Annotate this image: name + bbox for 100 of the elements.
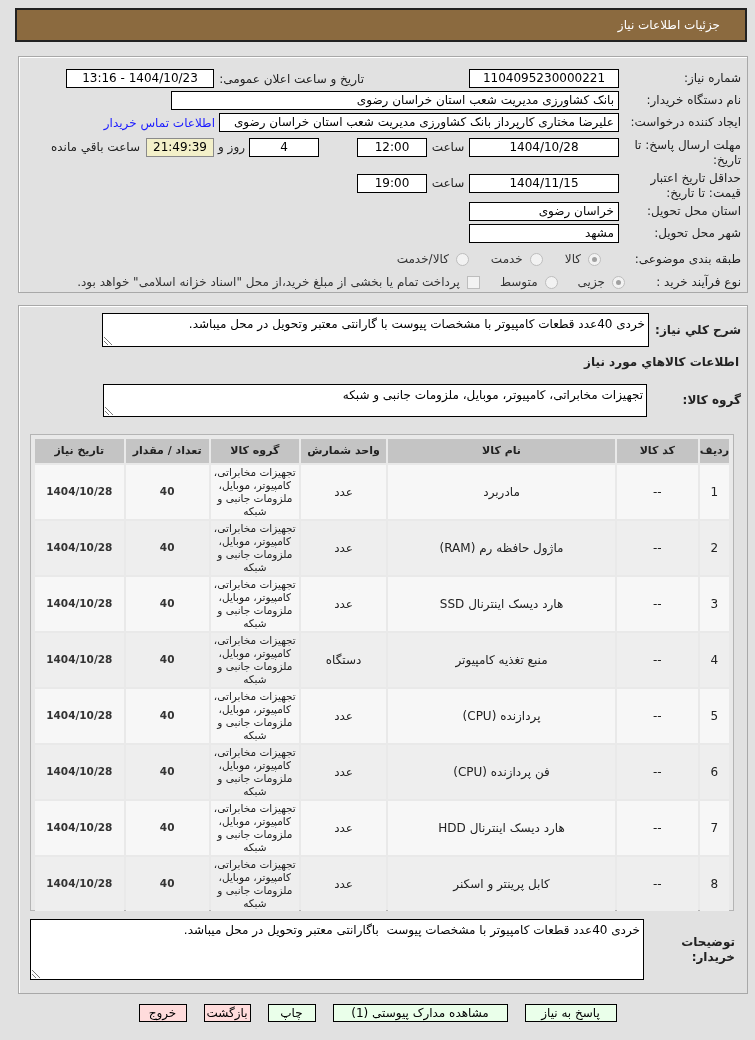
contact-link[interactable]: اطلاعات تماس خریدار [103,113,215,132]
table-cell: عدد [300,521,387,575]
table-cell: 1404/10/28 [35,745,124,799]
buyer-org-field[interactable]: بانک کشاورزی مدیریت شعب استان خراسان رضوی [171,91,619,111]
action-button[interactable]: چاپ [267,1004,316,1022]
days-field[interactable]: 4 [249,137,319,157]
table-cell: -- [616,633,698,687]
table-cell: -- [616,745,698,799]
table-cell: 1404/10/28 [35,521,124,575]
table-cell: 2 [699,521,729,575]
table-cell: 1404/10/28 [35,633,124,687]
field-label: شرح کلي نياز: [654,322,741,338]
field-label: ایجاد کننده درخواست: [629,115,741,131]
table-cell: مادربرد [388,465,615,519]
deadline-time-field[interactable]: 12:00 [357,137,427,157]
field-label: مهلت ارسال پاسخ: تا تاریخ: [633,137,741,168]
table-cell: 1404/10/28 [35,577,124,631]
resize-grip-icon[interactable] [105,407,113,415]
remaining-time-field: 21:49:39 [146,137,214,157]
field-label: شماره نیاز: [683,70,741,86]
table-cell: 3 [699,577,729,631]
field-label: تاریخ و ساعت اعلان عمومی: [219,72,364,86]
table-cell: ماژول حافظه رم (RAM) [388,521,615,575]
page-title: جزئیات اطلاعات نیاز [617,17,720,34]
table-cell: 40 [125,521,209,575]
announce-date-field[interactable]: 1404/10/23 - 13:16 [66,68,214,88]
action-button[interactable]: پاسخ به نیاز [524,1004,617,1022]
buyer-notes-field[interactable]: خردی 40عدد قطعات کامپیوتر با مشخصات پیوست باگارانتی معتبر وتحویل در محل میباشد. [30,919,644,980]
field-label: استان محل تحویل: [645,204,741,219]
table-cell: عدد [300,801,387,855]
remaining-label: ساعت باقي مانده [50,139,140,155]
table-cell: 40 [125,633,209,687]
table-cell: دستگاه [300,633,387,687]
column-header: کد کالا [616,439,698,463]
table-cell: 40 [125,745,209,799]
table-cell: تجهیزات مخابراتی، کامپیوتر، موبایل، ملزومات جانبی و شبکه [210,633,299,687]
table-cell: فن پردازنده (CPU) [388,745,615,799]
table-cell: عدد [300,689,387,743]
field-label: نوع فرآیند خرید : [655,274,741,290]
field-label: طبقه بندی موضوعی: [633,251,741,267]
resize-grip-icon[interactable] [32,970,40,978]
column-header: گروه کالا [210,439,299,463]
table-cell: 5 [699,689,729,743]
field-label: گروه کالا: [681,393,741,408]
table-cell: 40 [125,857,209,911]
column-header: واحد شمارش [300,439,387,463]
time-label: ساعت [431,139,465,155]
validity-time-field[interactable]: 19:00 [357,173,427,193]
action-button[interactable]: مشاهده مدارک پیوستی (1) [332,1004,508,1022]
days-label: روز و [218,139,245,155]
field-label: نام دستگاه خریدار: [645,93,741,109]
table-cell: 40 [125,689,209,743]
field-label: توضیحات خریدار: [680,934,735,965]
table-cell: تجهیزات مخابراتی، کامپیوتر، موبایل، ملزومات جانبی و شبکه [210,577,299,631]
radio-option[interactable]: کالا/خدمت [396,251,469,267]
checkbox-option[interactable]: پرداخت تمام یا بخشی از مبلغ خرید،از محل "اسناد خزانه اسلامی" خواهد بود. [77,274,480,290]
column-header: تاریخ نیاز [35,439,124,463]
table-cell: 6 [699,745,729,799]
table-cell: -- [616,857,698,911]
radio-option[interactable]: خدمت [490,251,543,267]
radio-option[interactable]: متوسط [499,274,558,290]
table-cell: منبع تغذیه کامپیوتر [388,633,615,687]
goods-group-field[interactable]: تجهیزات مخابراتی، کامپیوتر، موبایل، ملزومات جانبی و شبکه [103,384,647,417]
action-button[interactable]: بازگشت [203,1004,251,1022]
time-label: ساعت [431,175,465,191]
need-number-field[interactable]: 1104095230000221 [469,68,619,88]
table-cell: 40 [125,801,209,855]
table-cell: 7 [699,801,729,855]
table-cell: 1404/10/28 [35,465,124,519]
table-cell: تجهیزات مخابراتی، کامپیوتر، موبایل، ملزومات جانبی و شبکه [210,689,299,743]
field-label: حداقل تاریخ اعتبار قیمت: تا تاریخ: [649,170,741,201]
table-cell: 4 [699,633,729,687]
resize-grip-icon[interactable] [104,337,112,345]
table-cell: عدد [300,745,387,799]
table-cell: هارد دیسک اینترنال SSD [388,577,615,631]
radio-option[interactable]: جزیی [577,274,625,290]
requester-field[interactable]: علیرضا مختاری کارپرداز بانک کشاورزی مدیریت شعب استان خراسان رضوی [219,113,619,133]
table-cell: -- [616,521,698,575]
table-cell: -- [616,801,698,855]
description-field[interactable]: خردی 40عدد قطعات کامپیوتر با مشخصات پیوست با گارانتی معتبر وتحویل در محل میباشد. [102,313,649,347]
column-header: تعداد / مقدار [125,439,209,463]
action-button[interactable]: خروج [138,1004,187,1022]
radio-option[interactable]: کالا [564,251,601,267]
table-cell: عدد [300,465,387,519]
column-header: نام کالا [388,439,615,463]
table-cell: -- [616,689,698,743]
table-cell: تجهیزات مخابراتی، کامپیوتر، موبایل، ملزومات جانبی و شبکه [210,465,299,519]
table-cell: تجهیزات مخابراتی، کامپیوتر، موبایل، ملزومات جانبی و شبکه [210,745,299,799]
table-cell: تجهیزات مخابراتی، کامپیوتر، موبایل، ملزومات جانبی و شبکه [210,801,299,855]
table-cell: 1404/10/28 [35,801,124,855]
field-label: شهر محل تحویل: [653,225,741,241]
table-cell: پردازنده (CPU) [388,689,615,743]
table-cell: 1404/10/28 [35,857,124,911]
city-field[interactable]: مشهد [469,223,619,243]
table-cell: 1404/10/28 [35,689,124,743]
validity-date-field[interactable]: 1404/11/15 [469,173,619,193]
deadline-date-field[interactable]: 1404/10/28 [469,137,619,157]
table-cell: عدد [300,577,387,631]
province-field[interactable]: خراسان رضوی [469,202,619,221]
table-cell: عدد [300,857,387,911]
